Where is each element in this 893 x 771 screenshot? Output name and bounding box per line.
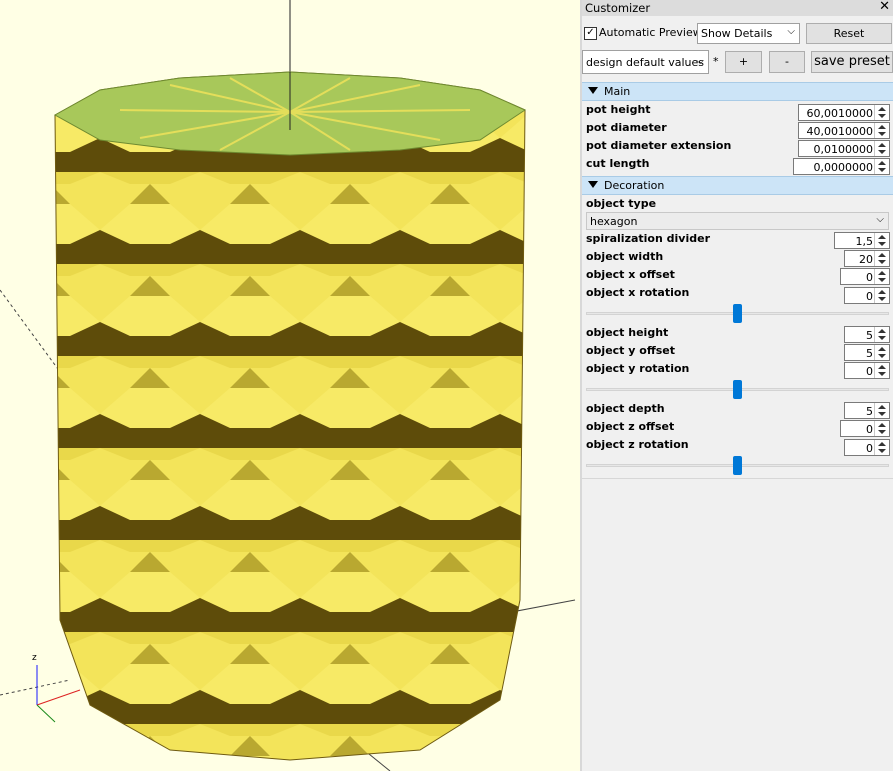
remove-preset-button[interactable]: -	[769, 51, 805, 73]
section-decoration-title: Decoration	[604, 179, 665, 192]
object-height-label: object height	[586, 326, 669, 339]
preview-row: ✓ Automatic Preview Show Details ⌵ Reset	[582, 22, 893, 46]
param-label-pot-diameter: pot diameter	[586, 121, 667, 134]
preset-modified-marker: *	[713, 55, 719, 68]
object-z-offset-value: 0	[866, 423, 873, 436]
spin-arrows-icon[interactable]	[874, 159, 889, 174]
pot-body	[54, 71, 526, 761]
cut-length-value: 0,0000000	[813, 161, 874, 174]
details-value: Show Details	[701, 27, 773, 40]
spin-arrows-icon[interactable]	[874, 269, 889, 284]
chevron-down-icon: ⌵	[787, 26, 795, 37]
object-x-rotation-value: 0	[866, 290, 873, 303]
x-rotation-slider[interactable]	[586, 304, 889, 324]
add-preset-button[interactable]: +	[725, 51, 762, 73]
3d-viewport[interactable]: z	[0, 0, 580, 771]
object-y-offset-spinbox[interactable]: 5	[844, 344, 890, 361]
pot-diameter-extension-value: 0,0100000	[813, 143, 874, 156]
panel-empty-area	[582, 478, 893, 771]
object-x-rotation-label: object x rotation	[586, 286, 690, 299]
preset-select[interactable]: design default values ⌵	[582, 50, 709, 74]
param-label-cut-length: cut length	[586, 157, 650, 170]
y-rotation-slider[interactable]	[586, 380, 889, 400]
save-preset-button[interactable]: save preset	[811, 51, 893, 73]
auto-preview-checkbox[interactable]: ✓	[584, 27, 597, 40]
object-depth-value: 5	[866, 405, 873, 418]
slider-handle[interactable]	[733, 380, 742, 399]
collapse-triangle-icon	[588, 87, 598, 94]
spin-arrows-icon[interactable]	[874, 363, 889, 378]
details-select[interactable]: Show Details ⌵	[697, 23, 800, 44]
object-width-label: object width	[586, 250, 664, 263]
pot-height-value: 60,0010000	[806, 107, 873, 120]
pot-diameter-spinbox[interactable]: 40,0010000	[798, 122, 890, 139]
object-z-offset-label: object z offset	[586, 420, 675, 433]
section-main-title: Main	[604, 85, 631, 98]
object-z-rotation-label: object z rotation	[586, 438, 689, 451]
object-x-offset-label: object x offset	[586, 268, 675, 281]
pot-diameter-value: 40,0010000	[806, 125, 873, 138]
object-y-rotation-value: 0	[866, 365, 873, 378]
spiral-value: 1,5	[855, 235, 874, 248]
close-icon[interactable]: ✕	[879, 0, 890, 14]
object-type-select[interactable]: hexagon ⌵	[586, 212, 889, 230]
auto-preview-label[interactable]: Automatic Preview	[599, 26, 702, 39]
spin-arrows-icon[interactable]	[874, 105, 889, 120]
object-z-rotation-spinbox[interactable]: 0	[844, 439, 890, 456]
spin-arrows-icon[interactable]	[874, 141, 889, 156]
section-decoration[interactable]: Decoration	[582, 176, 893, 195]
object-y-offset-label: object y offset	[586, 344, 676, 357]
cut-length-spinbox[interactable]: 0,0000000	[793, 158, 890, 175]
object-x-offset-value: 0	[866, 271, 873, 284]
chevron-down-icon: ⌵	[696, 56, 704, 67]
spin-arrows-icon[interactable]	[874, 327, 889, 342]
spiral-label: spiralization divider	[586, 232, 710, 245]
spin-arrows-icon[interactable]	[874, 440, 889, 455]
customizer-titlebar: Customizer ✕	[582, 0, 893, 16]
slider-handle[interactable]	[733, 456, 742, 475]
spin-arrows-icon[interactable]	[874, 288, 889, 303]
section-main[interactable]: Main	[582, 82, 893, 101]
object-z-rotation-value: 0	[866, 442, 873, 455]
object-width-value: 20	[859, 253, 873, 266]
object-type-value: hexagon	[590, 215, 638, 228]
object-z-offset-spinbox[interactable]: 0	[840, 420, 890, 437]
object-height-value: 5	[866, 329, 873, 342]
object-y-offset-value: 5	[866, 347, 873, 360]
customizer-panel: Customizer ✕ ✓ Automatic Preview Show De…	[582, 0, 893, 771]
preset-value: design default values	[586, 56, 704, 69]
customizer-title: Customizer	[585, 1, 651, 15]
spin-arrows-icon[interactable]	[874, 251, 889, 266]
object-x-offset-spinbox[interactable]: 0	[840, 268, 890, 285]
object-depth-spinbox[interactable]: 5	[844, 402, 890, 419]
object-x-rotation-spinbox[interactable]: 0	[844, 287, 890, 304]
slider-handle[interactable]	[733, 304, 742, 323]
spin-arrows-icon[interactable]	[874, 403, 889, 418]
z-rotation-slider[interactable]	[586, 456, 889, 476]
object-y-rotation-label: object y rotation	[586, 362, 690, 375]
pot-diameter-extension-spinbox[interactable]: 0,0100000	[798, 140, 890, 157]
object-depth-label: object depth	[586, 402, 665, 415]
spin-arrows-icon[interactable]	[874, 421, 889, 436]
model-render: z	[0, 0, 576, 771]
spin-arrows-icon[interactable]	[874, 345, 889, 360]
object-type-label: object type	[586, 197, 657, 210]
object-height-spinbox[interactable]: 5	[844, 326, 890, 343]
chevron-down-icon: ⌵	[876, 214, 884, 225]
pot-height-spinbox[interactable]: 60,0010000	[798, 104, 890, 121]
object-y-rotation-spinbox[interactable]: 0	[844, 362, 890, 379]
reset-button[interactable]: Reset	[806, 23, 892, 44]
axis-z-label: z	[32, 653, 37, 663]
param-label-pot-height: pot height	[586, 103, 651, 116]
spiral-spinbox[interactable]: 1,5	[834, 232, 890, 249]
param-label-pot-diameter-extension: pot diameter extension	[586, 139, 732, 152]
collapse-triangle-icon	[588, 181, 598, 188]
object-width-spinbox[interactable]: 20	[844, 250, 890, 267]
spin-arrows-icon[interactable]	[874, 233, 889, 248]
spin-arrows-icon[interactable]	[874, 123, 889, 138]
